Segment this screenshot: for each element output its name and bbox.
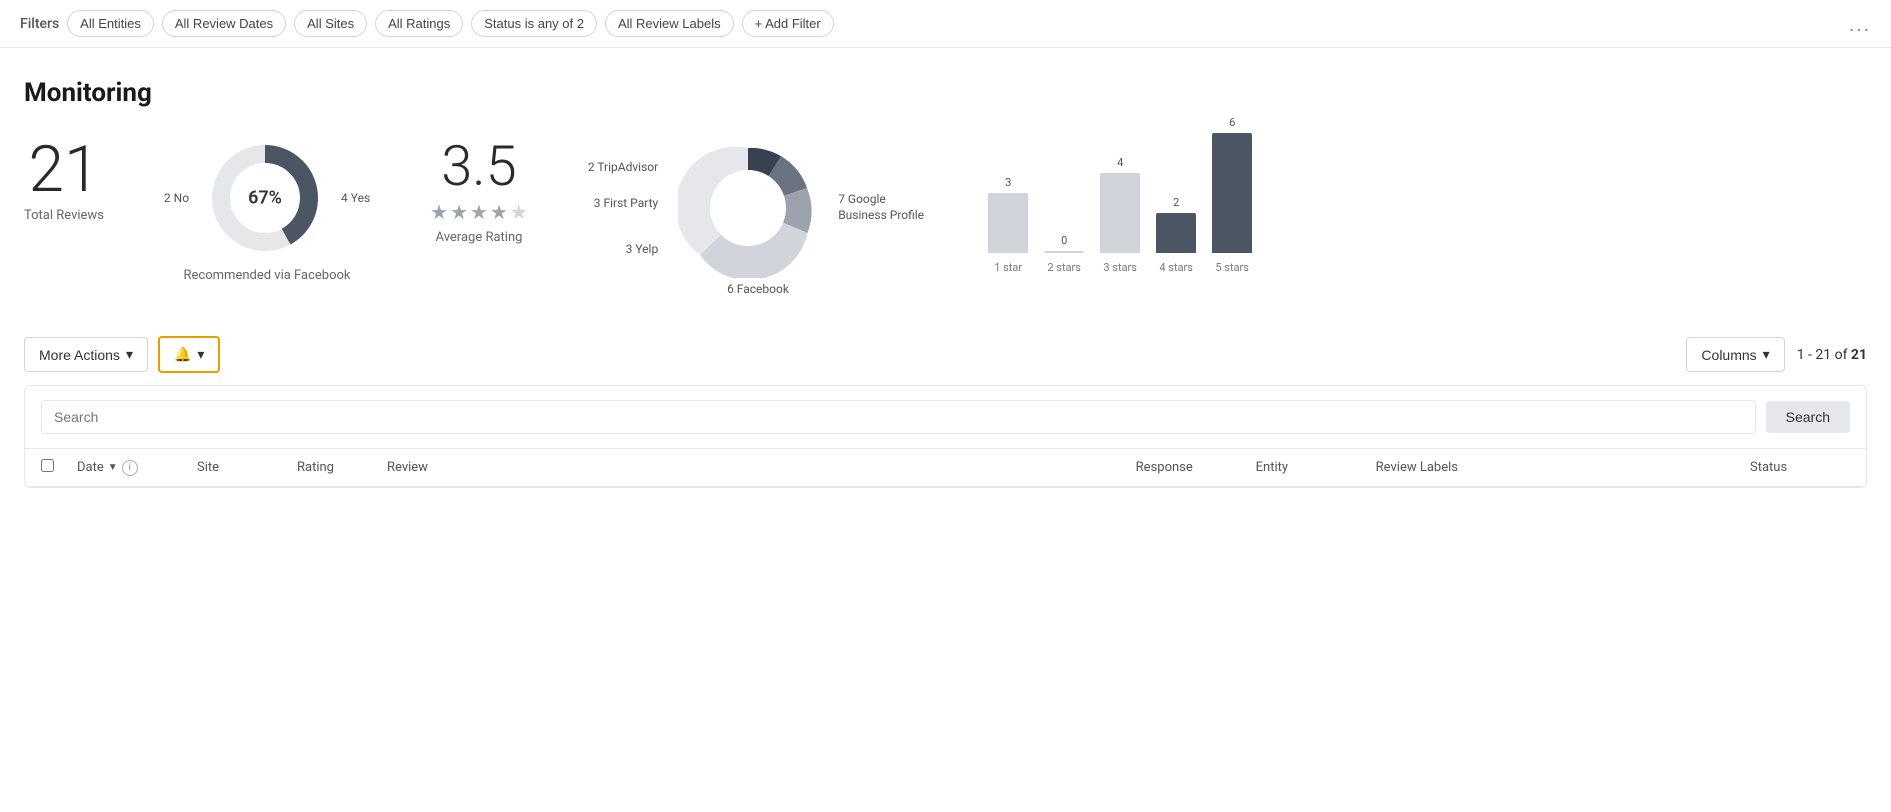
donut-legend-left: 2 No (164, 191, 189, 205)
add-filter-button[interactable]: + Add Filter (742, 10, 834, 37)
yelp-label: 3 Yelp (588, 242, 658, 256)
bar-value: 0 (1061, 234, 1067, 247)
pie-wrapper: 2 TripAdvisor 3 First Party 3 Yelp (588, 138, 928, 278)
more-actions-button[interactable]: More Actions ▾ (24, 337, 148, 372)
rating-number: 3.5 (441, 138, 517, 194)
main-content: Monitoring 21 Total Reviews 2 No (0, 48, 1891, 488)
bar-value: 2 (1173, 196, 1179, 209)
th-entity: Entity (1256, 460, 1376, 475)
bell-icon: 🔔 (174, 346, 191, 363)
bar-label: 1 star (994, 261, 1022, 274)
bar-group-1-star: 3 1 star (988, 176, 1028, 274)
th-site: Site (197, 460, 297, 475)
table-header-row: Date ▼ i Site Rating Review Response Ent… (25, 449, 1866, 487)
stat-bar-chart: 3 1 star 0 2 stars 4 3 stars 2 4 stars 6… (988, 138, 1252, 278)
bar-rect (1100, 173, 1140, 253)
notification-chevron-icon: ▾ (197, 346, 204, 363)
stars: ★ ★ ★ ★ ★ (430, 200, 528, 224)
facebook-label: Recommended via Facebook (184, 268, 351, 283)
columns-button[interactable]: Columns ▾ (1686, 337, 1784, 372)
filter-chip-review-dates[interactable]: All Review Dates (162, 10, 286, 37)
bar-value: 3 (1005, 176, 1011, 189)
date-info-icon[interactable]: i (122, 460, 138, 476)
pie-legend-right: 7 Google Business Profile (838, 192, 928, 223)
select-all-checkbox[interactable] (41, 459, 54, 472)
actions-left: More Actions ▾ 🔔 ▾ (24, 336, 220, 373)
bar-group-2-stars: 0 2 stars (1044, 234, 1084, 274)
pie-legend-left: 2 TripAdvisor 3 First Party 3 Yelp (588, 160, 658, 256)
search-input[interactable] (41, 400, 1756, 434)
filter-chip-sites[interactable]: All Sites (294, 10, 367, 37)
filter-chip-status[interactable]: Status is any of 2 (471, 10, 597, 37)
yes-count: 4 Yes (341, 191, 370, 205)
bar-rect (1156, 213, 1196, 253)
star-3: ★ (470, 200, 488, 224)
bar-rect (1212, 133, 1252, 253)
filter-chip-ratings[interactable]: All Ratings (375, 10, 463, 37)
stats-row: 21 Total Reviews 2 No 67% (24, 138, 1867, 296)
star-4: ★ (490, 200, 508, 224)
donut-container: 67% (205, 138, 325, 258)
notification-button[interactable]: 🔔 ▾ (158, 336, 220, 373)
bar-rect (988, 193, 1028, 253)
google-label: 7 Google Business Profile (838, 192, 928, 223)
bar-group-5-stars: 6 5 stars (1212, 116, 1252, 274)
bar-chart-area: 3 1 star 0 2 stars 4 3 stars 2 4 stars 6… (988, 138, 1252, 278)
donut-percent: 67% (248, 188, 282, 209)
donut-wrapper: 2 No 67% 4 Yes (164, 138, 370, 258)
average-rating-label: Average Rating (436, 230, 523, 245)
bar-value: 6 (1229, 116, 1235, 129)
pagination-info: 1 - 21 of 21 (1797, 347, 1867, 363)
table-area: Search Date ▼ i Site Rating Review Respo… (24, 385, 1867, 488)
actions-right: Columns ▾ 1 - 21 of 21 (1686, 337, 1867, 372)
date-sort-icon[interactable]: ▼ (108, 462, 118, 473)
filter-chip-review-labels[interactable]: All Review Labels (605, 10, 734, 37)
bar-group-3-stars: 4 3 stars (1100, 156, 1140, 274)
th-review-labels: Review Labels (1376, 460, 1750, 475)
stat-average-rating: 3.5 ★ ★ ★ ★ ★ Average Rating (430, 138, 528, 245)
stat-total-reviews: 21 Total Reviews (24, 138, 104, 223)
th-date: Date ▼ i (77, 460, 197, 476)
bar-label: 2 stars (1047, 261, 1081, 274)
star-2: ★ (450, 200, 468, 224)
bar-group-4-stars: 2 4 stars (1156, 196, 1196, 274)
actions-row: More Actions ▾ 🔔 ▾ Columns ▾ 1 - 21 of 2… (24, 336, 1867, 385)
th-status: Status (1750, 460, 1850, 475)
filter-more-options[interactable]: ... (1849, 12, 1871, 36)
th-rating: Rating (297, 460, 387, 475)
filter-bar: Filters All Entities All Review Dates Al… (0, 0, 1891, 48)
stat-facebook-donut: 2 No 67% 4 Yes Recommended via Face (164, 138, 370, 283)
columns-label: Columns (1701, 347, 1756, 363)
more-actions-label: More Actions (39, 347, 120, 363)
page-title: Monitoring (24, 78, 1867, 108)
th-checkbox (41, 459, 77, 476)
bar-label: 5 stars (1215, 261, 1249, 274)
bar-label: 4 stars (1159, 261, 1193, 274)
search-row: Search (25, 386, 1866, 449)
columns-chevron-icon: ▾ (1763, 346, 1770, 363)
total-reviews-number: 21 (28, 138, 99, 202)
total-reviews-label: Total Reviews (24, 208, 104, 223)
star-5: ★ (510, 200, 528, 224)
filter-chip-entities[interactable]: All Entities (67, 10, 154, 37)
bar-value: 4 (1117, 156, 1123, 169)
tripadvisor-label: 2 TripAdvisor (588, 160, 658, 174)
bar-rect (1044, 251, 1084, 253)
th-review: Review (387, 460, 1136, 475)
facebook-source-label: 6 Facebook (727, 282, 789, 296)
no-count: 2 No (164, 191, 189, 205)
bar-label: 3 stars (1103, 261, 1137, 274)
first-party-label: 3 First Party (588, 196, 658, 210)
search-button[interactable]: Search (1766, 401, 1850, 433)
stat-source-pie: 2 TripAdvisor 3 First Party 3 Yelp (588, 138, 928, 296)
th-response: Response (1136, 460, 1256, 475)
star-1: ★ (430, 200, 448, 224)
donut-legend-right: 4 Yes (341, 191, 370, 205)
filter-label: Filters (20, 16, 59, 32)
more-actions-chevron-icon: ▾ (126, 346, 133, 363)
pie-svg (678, 138, 818, 278)
